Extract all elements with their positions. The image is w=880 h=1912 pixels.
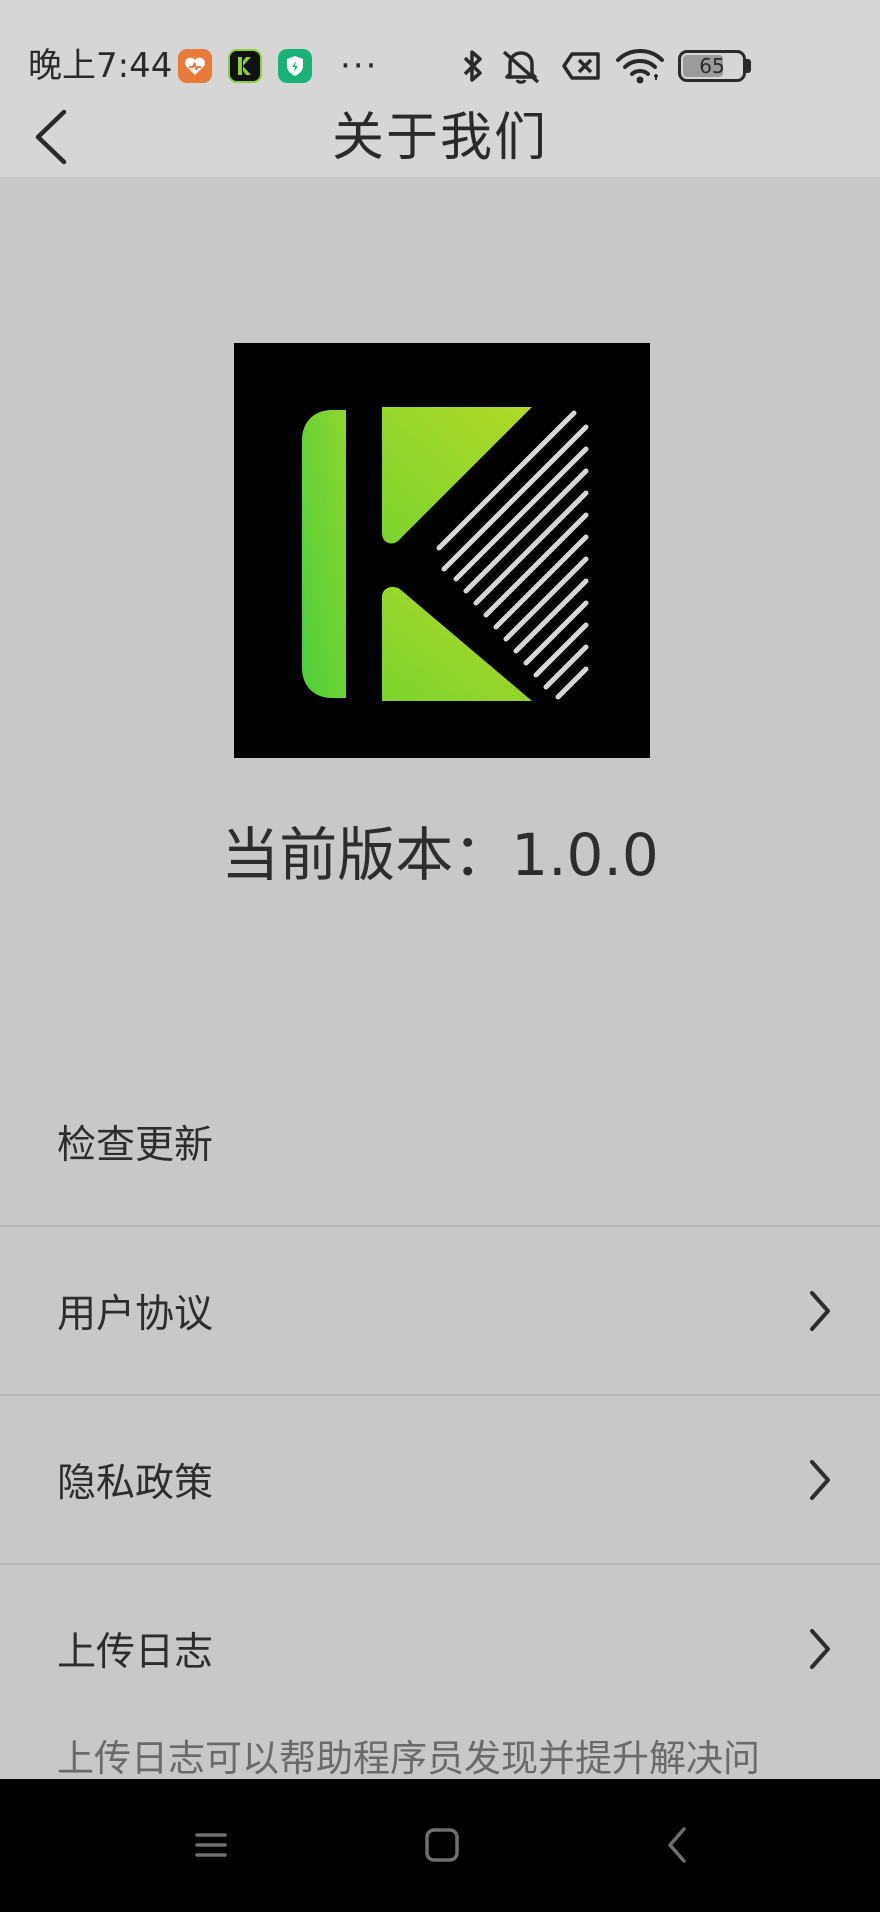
back-icon bbox=[668, 1827, 686, 1863]
health-app-icon bbox=[178, 49, 212, 83]
status-bar: 晚上7:44 ··· 65 bbox=[0, 0, 880, 100]
menu-item-privacy-policy[interactable]: 隐私政策 bbox=[0, 1396, 880, 1564]
status-time: 晚上7:44 bbox=[28, 46, 173, 86]
home-icon bbox=[425, 1828, 459, 1862]
app-logo bbox=[234, 343, 650, 758]
menu-item-label: 隐私政策 bbox=[57, 1461, 214, 1506]
shield-app-icon bbox=[278, 49, 312, 83]
menu-item-label: 上传日志 bbox=[57, 1630, 214, 1675]
menu-item-check-update[interactable]: 检查更新 bbox=[0, 1058, 880, 1226]
battery-level: 65 bbox=[699, 54, 725, 78]
nav-back-button[interactable] bbox=[656, 1823, 700, 1867]
nav-home-button[interactable] bbox=[420, 1823, 464, 1867]
chevron-right-icon bbox=[810, 1291, 830, 1331]
page-title: 关于我们 bbox=[331, 108, 548, 168]
chevron-right-icon bbox=[810, 1629, 830, 1669]
chevron-right-icon bbox=[810, 1460, 830, 1500]
mute-icon bbox=[502, 50, 540, 84]
wifi-icon bbox=[616, 49, 664, 84]
upload-log-hint: 上传日志可以帮助程序员发现并提升解决问 bbox=[57, 1737, 760, 1780]
app-logo-k-icon bbox=[302, 407, 589, 701]
overflow-dots: ··· bbox=[340, 46, 379, 86]
bluetooth-icon bbox=[463, 50, 482, 82]
kfit-app-icon bbox=[228, 49, 262, 83]
battery-icon: 65 bbox=[678, 50, 746, 82]
menu-icon bbox=[195, 1833, 227, 1857]
chevron-left-icon bbox=[35, 109, 67, 165]
sim-off-icon bbox=[562, 52, 600, 80]
back-button[interactable] bbox=[22, 104, 82, 168]
nav-menu-button[interactable] bbox=[189, 1823, 233, 1867]
app-header: 关于我们 bbox=[0, 100, 880, 177]
menu-item-user-agreement[interactable]: 用户协议 bbox=[0, 1227, 880, 1395]
system-nav-bar bbox=[0, 1779, 880, 1912]
menu-item-label: 检查更新 bbox=[57, 1123, 214, 1168]
version-label: 当前版本：1.0.0 bbox=[221, 821, 659, 889]
battery-tip bbox=[746, 59, 751, 73]
menu-item-label: 用户协议 bbox=[57, 1292, 214, 1337]
menu-item-upload-log[interactable]: 上传日志 bbox=[0, 1565, 880, 1733]
